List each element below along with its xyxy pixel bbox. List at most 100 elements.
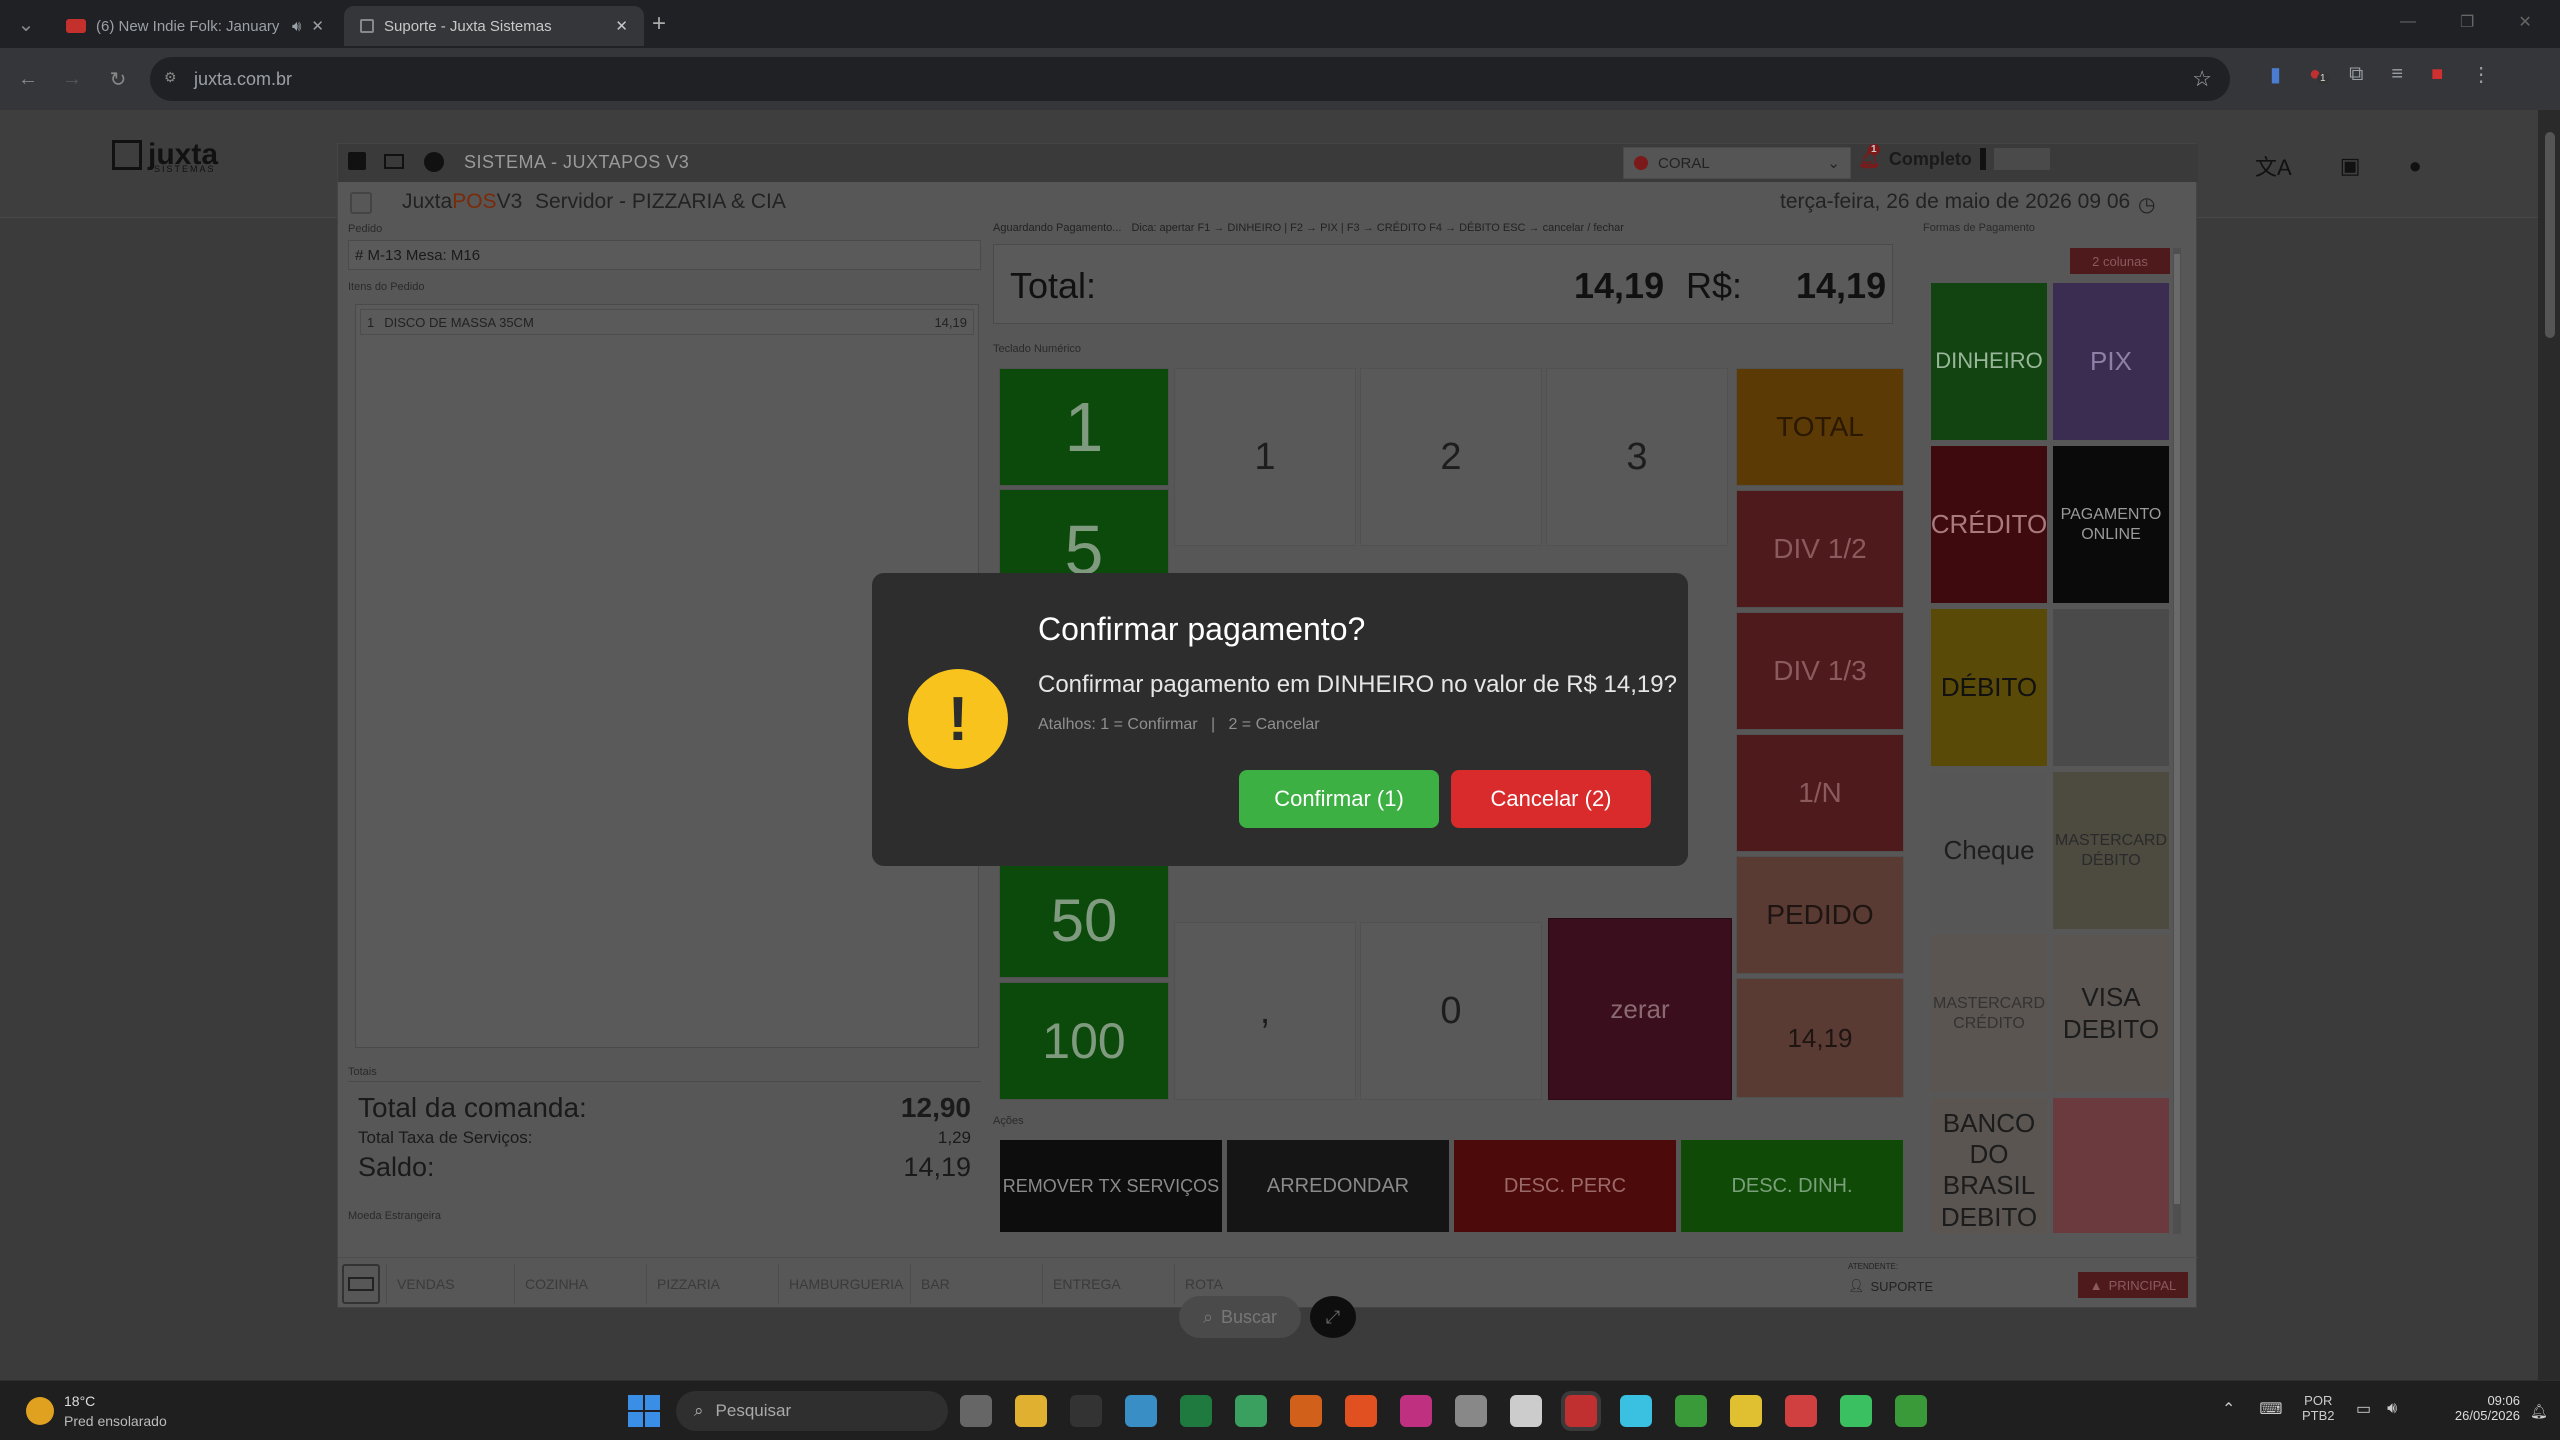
app-icon[interactable]: [1070, 1395, 1102, 1427]
expand-icon[interactable]: ⤢: [1310, 1296, 1356, 1338]
user-icon[interactable]: ●: [2408, 153, 2421, 179]
app-green-icon[interactable]: [1235, 1395, 1267, 1427]
facebook-icon[interactable]: [348, 152, 366, 170]
cortana-icon[interactable]: [1620, 1395, 1652, 1427]
translate-icon[interactable]: 文A: [2255, 150, 2292, 182]
tab-close-icon[interactable]: ✕: [615, 17, 628, 35]
page-scrollbar-thumb[interactable]: [2545, 132, 2555, 338]
key-1[interactable]: 1: [1174, 368, 1356, 546]
chatgpt-icon[interactable]: [1510, 1395, 1542, 1427]
bottom-tab-cozinha[interactable]: COZINHA: [514, 1264, 646, 1304]
payment-method-cheque[interactable]: Cheque: [1931, 772, 2047, 929]
key-0[interactable]: 0: [1360, 922, 1542, 1100]
cart-icon[interactable]: ▣: [2340, 153, 2361, 179]
payment-method-blank-11[interactable]: [2053, 1098, 2169, 1233]
desc-dinh-button[interactable]: DESC. DINH.: [1681, 1140, 1903, 1232]
bookmark-star-icon[interactable]: ☆: [2192, 66, 2212, 92]
div-half-key[interactable]: DIV 1/2: [1736, 490, 1904, 608]
columns-button[interactable]: 2 colunas: [2070, 248, 2170, 274]
arredondar-button[interactable]: ARREDONDAR: [1227, 1140, 1449, 1232]
refresh-icon[interactable]: ◷: [2138, 192, 2155, 217]
payment-method-pagamento-online[interactable]: PAGAMENTO ONLINE: [2053, 446, 2169, 603]
url-bar[interactable]: ⚙︎ juxta.com.br ☆: [150, 57, 2230, 101]
forward-arrow-icon[interactable]: →: [54, 61, 90, 97]
extension-red-icon[interactable]: ● 1: [2309, 63, 2329, 86]
app-feather-icon[interactable]: [1675, 1395, 1707, 1427]
extension-blue-icon[interactable]: ▮: [2270, 62, 2281, 87]
payment-method-pix[interactable]: PIX: [2053, 283, 2169, 440]
tab-suporte[interactable]: Suporte - Juxta Sistemas ✕: [344, 6, 644, 46]
bottom-tab-bar[interactable]: BAR: [910, 1264, 1042, 1304]
app-arc-icon[interactable]: [1125, 1395, 1157, 1427]
close-window-icon[interactable]: ✕: [2518, 12, 2531, 32]
payment-scrollbar-thumb[interactable]: [2174, 254, 2180, 1204]
extensions-puzzle-icon[interactable]: ⧉: [2349, 63, 2363, 86]
back-arrow-icon[interactable]: ←: [10, 61, 46, 97]
quick-key-50[interactable]: 50: [999, 862, 1169, 978]
taskbar-search[interactable]: ⌕ Pesquisar: [676, 1391, 948, 1431]
search-pill[interactable]: ⌕ Buscar: [1179, 1296, 1301, 1338]
clock[interactable]: 09:06 26/05/2026: [2420, 1393, 2520, 1423]
file-explorer-icon[interactable]: [1015, 1395, 1047, 1427]
payment-method-blank-5[interactable]: [2053, 609, 2169, 766]
cancel-button[interactable]: Cancelar (2): [1451, 770, 1651, 828]
confirm-button[interactable]: Confirmar (1): [1239, 770, 1439, 828]
chrome-profile-icon[interactable]: [1785, 1395, 1817, 1427]
bottom-tab-vendas[interactable]: VENDAS: [386, 1264, 514, 1304]
tray-chevron-icon[interactable]: ⌃: [2222, 1399, 2235, 1419]
payment-method-mastercard-d-bito[interactable]: MASTERCARD DÉBITO: [2053, 772, 2169, 929]
payment-scrollbar[interactable]: [2173, 248, 2181, 1234]
bottom-tab-hamburgueria[interactable]: HAMBURGUERIA: [778, 1264, 910, 1304]
desc-perc-button[interactable]: DESC. PERC: [1454, 1140, 1676, 1232]
tab-close-icon[interactable]: ✕: [311, 17, 324, 35]
site-info-icon[interactable]: ⚙︎: [164, 69, 177, 86]
pedido-key[interactable]: PEDIDO: [1736, 856, 1904, 974]
keyboard-icon[interactable]: ⌨: [2259, 1399, 2282, 1419]
start-icon[interactable]: [628, 1395, 660, 1427]
language-indicator[interactable]: POR PTB2: [2302, 1393, 2335, 1423]
globe-icon[interactable]: [424, 152, 444, 172]
weather-icon[interactable]: [26, 1397, 54, 1425]
remover-tx-button[interactable]: REMOVER TX SERVIÇOS: [1000, 1140, 1222, 1232]
key-comma[interactable]: ,: [1174, 922, 1356, 1100]
payment-method-visa-debito[interactable]: VISA DEBITO: [2053, 935, 2169, 1092]
reload-icon[interactable]: ↻: [100, 61, 136, 97]
payment-method-mastercard-cr-dito[interactable]: MASTERCARD CRÉDITO: [1931, 935, 2047, 1092]
app-doc-icon[interactable]: [1895, 1395, 1927, 1427]
app-tool-icon[interactable]: [1455, 1395, 1487, 1427]
keyboard-icon[interactable]: [342, 1264, 380, 1304]
div-third-key[interactable]: DIV 1/3: [1736, 612, 1904, 730]
whatsapp-icon[interactable]: [1840, 1395, 1872, 1427]
key-2[interactable]: 2: [1360, 368, 1542, 546]
juxta-app-icon[interactable]: [1565, 1395, 1597, 1427]
bottom-tab-pizzaria[interactable]: PIZZARIA: [646, 1264, 778, 1304]
brave-icon[interactable]: [1345, 1395, 1377, 1427]
quick-settings[interactable]: ▭ 🔊︎: [2356, 1399, 2397, 1419]
menu-kebab-icon[interactable]: ⋮: [2471, 62, 2491, 87]
powerpoint-icon[interactable]: [1290, 1395, 1322, 1427]
div-n-key[interactable]: 1/N: [1736, 734, 1904, 852]
principal-button[interactable]: ▲ PRINCIPAL: [2078, 1272, 2188, 1298]
store-selector[interactable]: CORAL ⌄: [1623, 147, 1851, 179]
payment-method-d-bito[interactable]: DÉBITO: [1931, 609, 2047, 766]
tab-youtube[interactable]: (6) New Indie Folk: January 🔊︎ ✕: [50, 6, 340, 46]
tab-search-icon[interactable]: ⌄: [8, 6, 44, 42]
payment-method-dinheiro[interactable]: DINHEIRO: [1931, 283, 2047, 440]
quick-key-1[interactable]: 1: [999, 368, 1169, 486]
total-key[interactable]: TOTAL: [1736, 368, 1904, 486]
task-view-icon[interactable]: [960, 1395, 992, 1427]
instagram-icon[interactable]: [1400, 1395, 1432, 1427]
amount-key[interactable]: 14,19: [1736, 978, 1904, 1098]
bottom-tab-entrega[interactable]: ENTREGA: [1042, 1264, 1174, 1304]
notification-icon[interactable]: 🔔︎: [2530, 1403, 2548, 1420]
list-item[interactable]: 1 DISCO DE MASSA 35CM 14,19: [360, 309, 974, 335]
maximize-icon[interactable]: ❐: [2460, 12, 2474, 32]
chrome-icon[interactable]: [1730, 1395, 1762, 1427]
media-control-icon[interactable]: ≡: [2391, 63, 2403, 86]
profile-avatar-icon[interactable]: ■: [2431, 63, 2443, 86]
payment-method-banco-do-brasil-debito[interactable]: BANCO DO BRASIL DEBITO: [1931, 1098, 2047, 1233]
minimize-icon[interactable]: —: [2400, 13, 2416, 31]
excel-icon[interactable]: [1180, 1395, 1212, 1427]
new-tab-button[interactable]: +: [652, 10, 666, 38]
key-3[interactable]: 3: [1546, 368, 1728, 546]
